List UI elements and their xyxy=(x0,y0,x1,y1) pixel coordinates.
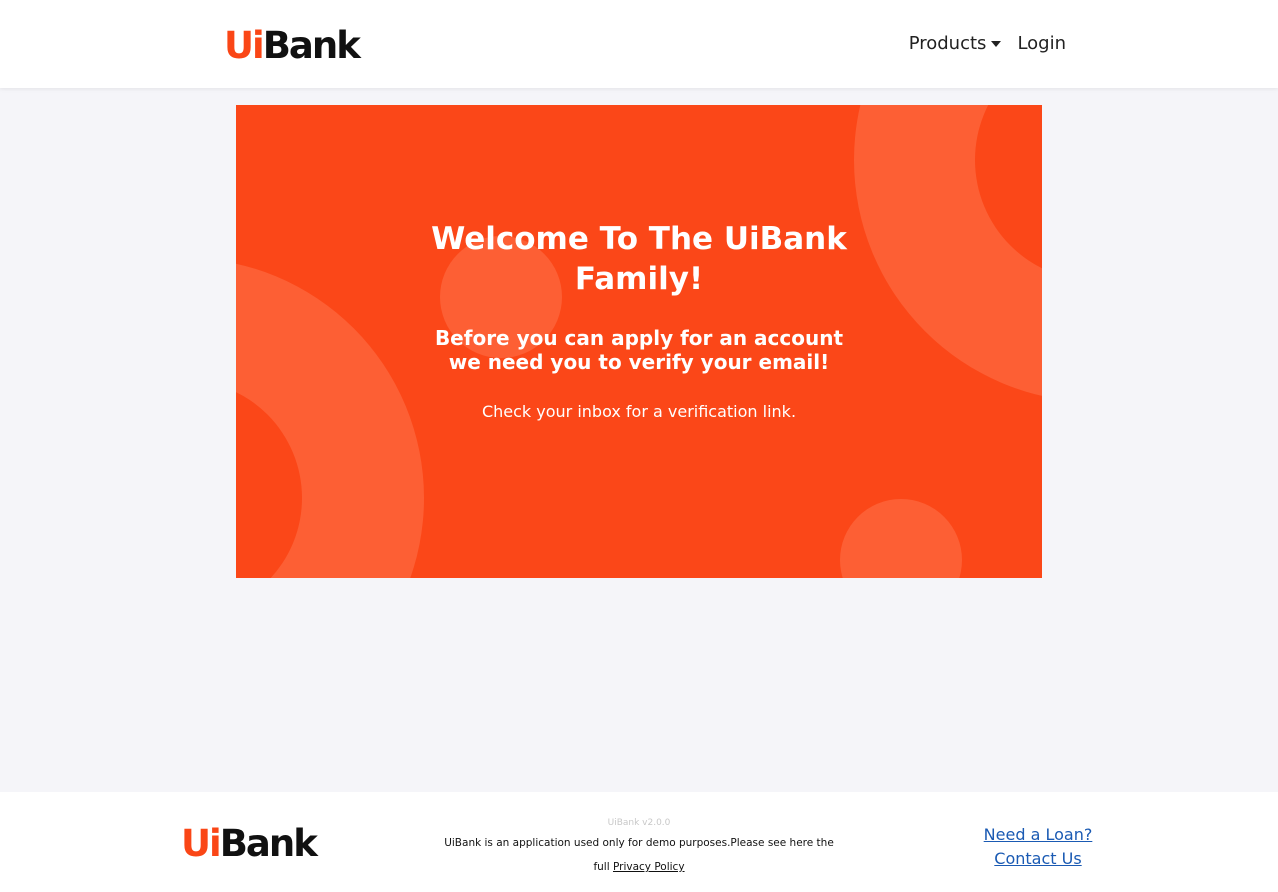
welcome-title: Welcome To The UiBank Family! xyxy=(431,221,847,297)
footer-info: UiBank v2.0.0 UiBank is an application u… xyxy=(439,817,839,879)
inbox-note: Check your inbox for a verification link… xyxy=(481,402,797,421)
footer-logo-ui-text: Ui xyxy=(181,822,222,865)
verify-email-message: Before you can apply for an account we n… xyxy=(434,326,844,374)
privacy-policy-link[interactable]: Privacy Policy xyxy=(613,861,685,873)
login-link[interactable]: Login xyxy=(1017,33,1066,54)
welcome-content: Welcome To The UiBank Family! Before you… xyxy=(236,105,1042,578)
login-label: Login xyxy=(1017,33,1066,54)
need-loan-link[interactable]: Need a Loan? xyxy=(968,823,1108,847)
footer-links: Need a Loan? Contact Us xyxy=(968,823,1108,871)
footer-description: UiBank is an application used only for d… xyxy=(439,831,839,879)
logo-ui-text: Ui xyxy=(224,24,265,67)
caret-down-icon xyxy=(991,40,1002,47)
footer-uibank-logo[interactable]: UiBank xyxy=(181,822,318,865)
main-nav: Products Login xyxy=(909,33,1066,54)
uibank-logo[interactable]: UiBank xyxy=(224,24,361,67)
top-navbar: UiBank Products Login xyxy=(0,0,1278,88)
version-label: UiBank v2.0.0 xyxy=(607,818,671,828)
welcome-banner: Welcome To The UiBank Family! Before you… xyxy=(236,105,1042,578)
products-dropdown[interactable]: Products xyxy=(909,33,1002,54)
logo-bank-text: Bank xyxy=(262,24,361,67)
contact-us-link[interactable]: Contact Us xyxy=(968,847,1108,871)
footer: UiBank UiBank v2.0.0 UiBank is an applic… xyxy=(0,792,1278,892)
footer-logo-bank-text: Bank xyxy=(219,822,318,865)
products-label: Products xyxy=(908,33,987,54)
